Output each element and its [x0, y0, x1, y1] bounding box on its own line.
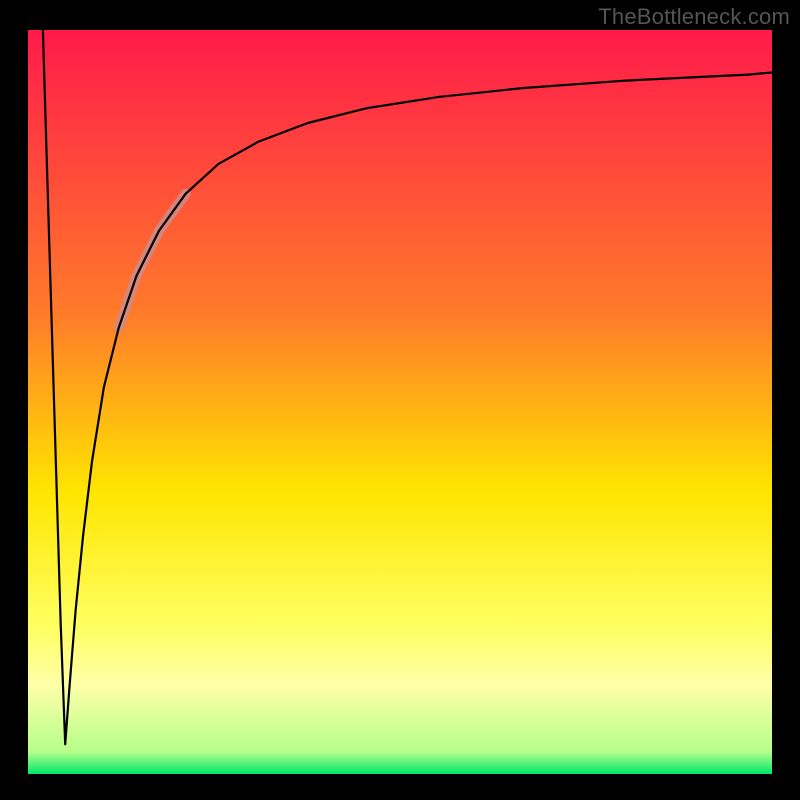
plot-svg	[28, 30, 772, 774]
chart-stage: TheBottleneck.com	[0, 0, 800, 800]
watermark-text: TheBottleneck.com	[598, 4, 790, 30]
plot-frame	[28, 30, 772, 774]
gradient-background	[28, 30, 772, 774]
